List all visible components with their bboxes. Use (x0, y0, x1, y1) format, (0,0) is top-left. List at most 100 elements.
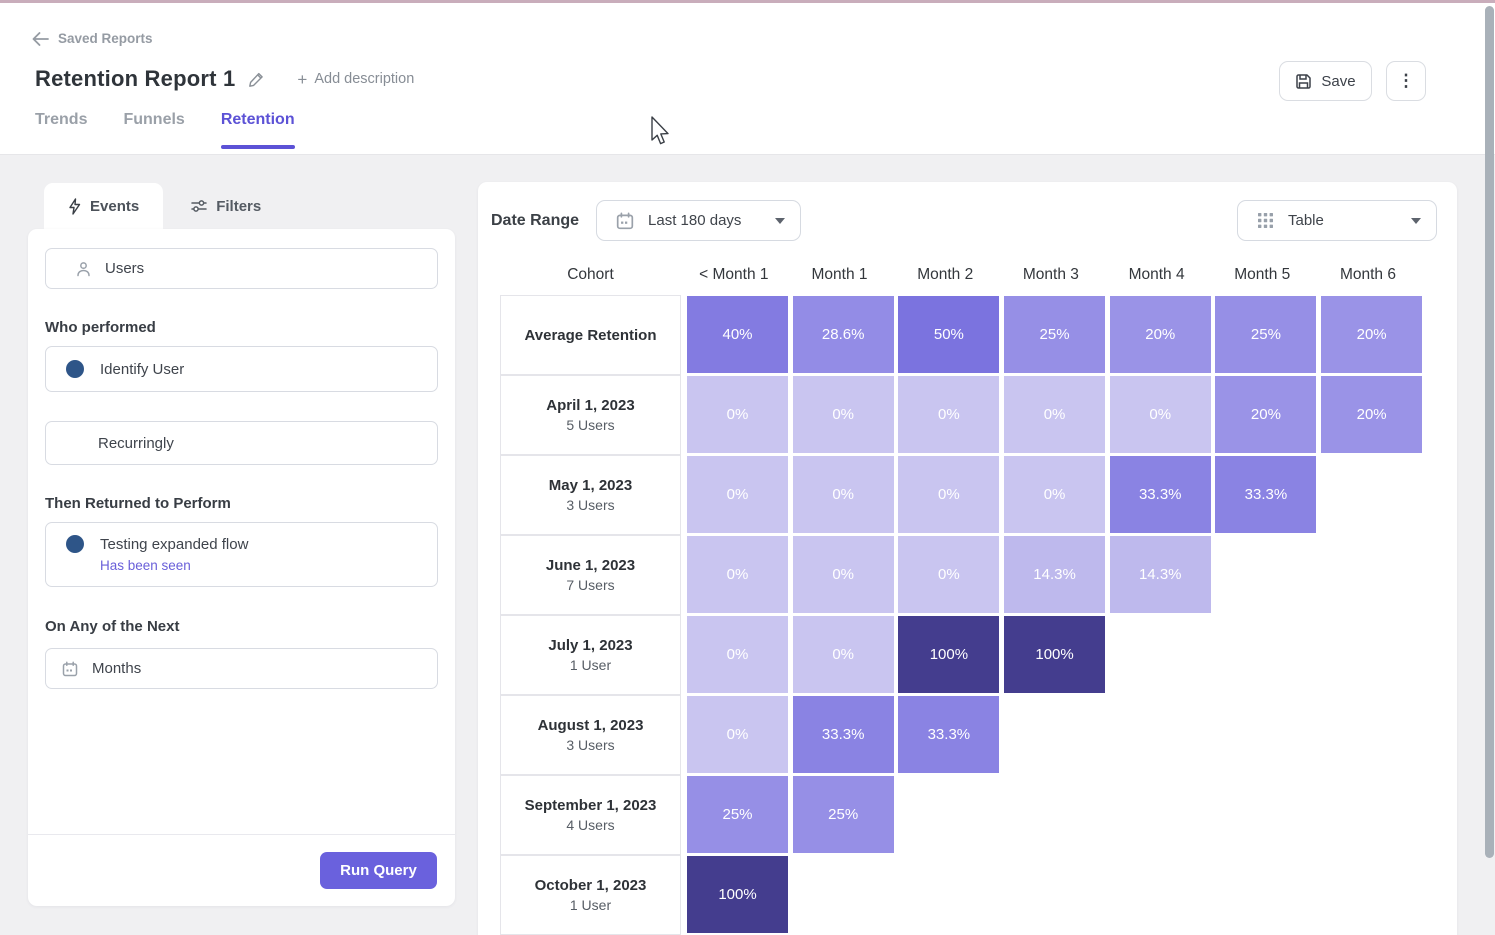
cohort-user-count: 1 User (570, 657, 611, 673)
calendar-icon (616, 212, 634, 230)
cell-group: 40%28.6%50%25%20%25%20% (687, 296, 1427, 376)
retention-cell: 25% (687, 776, 788, 853)
more-options-button[interactable]: ⋮ (1386, 61, 1426, 101)
view-selector-dropdown[interactable]: Table (1237, 200, 1437, 241)
retention-cell: 0% (793, 376, 894, 453)
retention-cell: 0% (898, 456, 999, 533)
recurringly-field[interactable]: Recurringly (45, 421, 438, 465)
user-icon (76, 261, 91, 277)
column-header: < Month 1 (681, 266, 787, 284)
cohort-cell: July 1, 2023 1 User (500, 615, 681, 695)
tab-filters[interactable]: Filters (167, 183, 285, 229)
column-header: Month 2 (892, 266, 998, 284)
top-accent-bar (0, 0, 1495, 3)
column-header: Month 3 (998, 266, 1104, 284)
chevron-down-icon (775, 218, 785, 224)
months-field[interactable]: Months (45, 648, 438, 689)
retention-cell: 20% (1215, 376, 1316, 453)
add-description-label: Add description (314, 71, 414, 87)
add-description-button[interactable]: + Add description (297, 71, 414, 88)
cohort-cell: August 1, 2023 3 Users (500, 695, 681, 775)
cohort-cell: April 1, 20235 Users (500, 375, 681, 455)
retention-table: Cohort< Month 1Month 1Month 2Month 3Mont… (478, 266, 1457, 935)
event-dot-icon (66, 360, 84, 378)
date-range-label: Date Range (491, 212, 579, 230)
retention-cell: 0% (1004, 456, 1105, 533)
retention-cell: 0% (687, 616, 788, 693)
query-panel-footer: Run Query (28, 834, 455, 906)
tab-events[interactable]: Events (44, 183, 163, 229)
cohort-cell: June 1, 2023 7 Users (500, 535, 681, 615)
users-field[interactable]: Users (45, 248, 438, 289)
cohort-label: August 1, 2023 (538, 717, 644, 734)
report-card: Date Range Last 180 days Table Cohort< M… (478, 182, 1457, 935)
retention-cell: 25% (1215, 296, 1316, 373)
retention-cell: 50% (898, 296, 999, 373)
scrollbar-thumb[interactable] (1485, 6, 1494, 858)
column-header: Month 4 (1104, 266, 1210, 284)
table-row: Average Retention 40%28.6%50%25%20%25%20% (500, 296, 1457, 376)
tab-funnels[interactable]: Funnels (123, 111, 184, 149)
retention-cell: 0% (687, 376, 788, 453)
cell-group: 25%25% (687, 776, 898, 856)
cohort-user-count: 4 Users (566, 817, 614, 833)
save-label: Save (1321, 73, 1355, 90)
cohort-label: July 1, 2023 (548, 637, 632, 654)
lightning-icon (68, 198, 81, 215)
title-row: Retention Report 1 + Add description (35, 66, 414, 92)
calendar-icon (62, 661, 78, 677)
identify-user-event[interactable]: Identify User (45, 346, 438, 392)
retention-cell: 100% (687, 856, 788, 933)
retention-cell: 0% (687, 696, 788, 773)
retention-cell: 0% (793, 616, 894, 693)
header-actions: Save ⋮ (1279, 61, 1426, 101)
cell-group: 0%0%0%0%33.3%33.3% (687, 456, 1321, 536)
return-event-label: Testing expanded flow (100, 536, 248, 553)
cohort-label: June 1, 2023 (546, 557, 635, 574)
save-button[interactable]: Save (1279, 61, 1372, 101)
cohort-label: Average Retention (525, 327, 657, 344)
report-type-tabs: Trends Funnels Retention (35, 111, 295, 149)
return-event-card[interactable]: Testing expanded flow Has been seen (45, 522, 438, 587)
cohort-user-count: 3 Users (566, 497, 614, 513)
retention-cell: 33.3% (898, 696, 999, 773)
months-field-label: Months (92, 660, 141, 677)
cohort-user-count: 1 User (570, 897, 611, 913)
column-header: Month 1 (787, 266, 893, 284)
on-any-label: On Any of the Next (45, 618, 438, 635)
retention-cell: 33.3% (1110, 456, 1211, 533)
edit-title-button[interactable] (248, 71, 265, 88)
column-header: Month 5 (1209, 266, 1315, 284)
cohort-user-count: 3 Users (566, 737, 614, 753)
retention-cell: 0% (1110, 376, 1211, 453)
date-range-dropdown[interactable]: Last 180 days (596, 200, 801, 241)
then-returned-label: Then Returned to Perform (45, 495, 438, 512)
retention-cell: 100% (898, 616, 999, 693)
retention-cell: 33.3% (793, 696, 894, 773)
table-row: June 1, 20237 Users0%0%0%14.3%14.3% (500, 536, 1457, 616)
retention-cell: 0% (793, 536, 894, 613)
retention-cell: 25% (1004, 296, 1105, 373)
retention-cell: 20% (1321, 296, 1422, 373)
pencil-icon (248, 71, 265, 88)
view-selector-value: Table (1288, 212, 1324, 229)
has-been-seen-link[interactable]: Has been seen (100, 558, 191, 573)
retention-cell: 14.3% (1110, 536, 1211, 613)
cohort-label: September 1, 2023 (525, 797, 657, 814)
event-dot-icon (66, 535, 84, 553)
cohort-user-count: 7 Users (566, 577, 614, 593)
cohort-cell: September 1, 2023 4 Users (500, 775, 681, 855)
retention-cell: 33.3% (1215, 456, 1316, 533)
retention-cell: 20% (1110, 296, 1211, 373)
cell-group: 0%0%100%100% (687, 616, 1110, 696)
cohort-label: May 1, 2023 (549, 477, 632, 494)
report-toolbar: Date Range Last 180 days Table (478, 182, 1457, 241)
retention-cell: 0% (687, 456, 788, 533)
plus-icon: + (297, 71, 307, 88)
table-row: August 1, 20233 Users0%33.3%33.3% (500, 696, 1457, 776)
tab-retention[interactable]: Retention (221, 111, 295, 149)
back-to-saved-reports[interactable]: Saved Reports (32, 31, 153, 46)
tab-trends[interactable]: Trends (35, 111, 87, 149)
run-query-button[interactable]: Run Query (320, 852, 437, 889)
retention-cell: 14.3% (1004, 536, 1105, 613)
